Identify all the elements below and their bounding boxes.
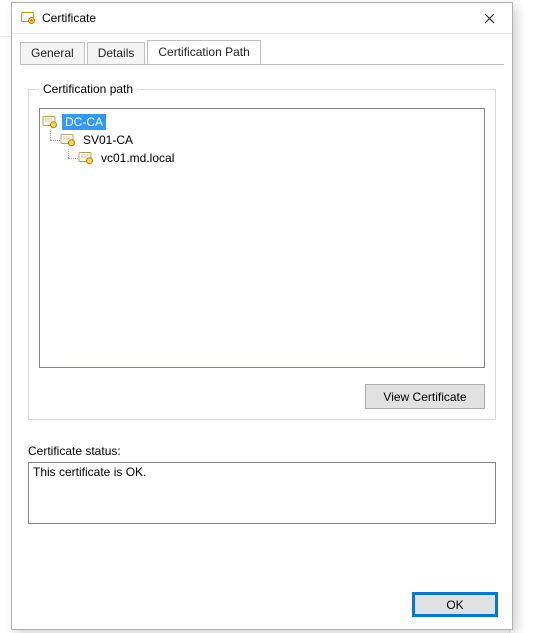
tab-general[interactable]: General	[20, 42, 85, 65]
certification-path-tree[interactable]: DC-CA SV01-CA vc01.md.local	[39, 108, 485, 368]
certificate-icon	[20, 10, 36, 26]
certificate-status-label: Certificate status:	[28, 444, 496, 458]
window-title: Certificate	[42, 11, 467, 25]
tab-strip: General Details Certification Path	[12, 34, 512, 64]
background-partial-text: Co	[516, 98, 531, 112]
tree-node[interactable]: SV01-CA	[42, 131, 482, 149]
ok-button[interactable]: OK	[412, 592, 498, 617]
view-certificate-button[interactable]: View Certificate	[365, 384, 485, 409]
tab-details[interactable]: Details	[87, 42, 146, 65]
certificate-icon	[42, 114, 58, 130]
tab-content: Certification path DC-CA SV01-CA vc01.md.l…	[12, 64, 512, 584]
dialog-footer: OK	[12, 584, 512, 629]
tree-node-label: SV01-CA	[80, 132, 136, 148]
certificate-icon	[60, 132, 76, 148]
certification-path-group-label: Certification path	[39, 82, 137, 96]
certificate-icon	[78, 150, 94, 166]
tree-node-label: DC-CA	[62, 114, 106, 130]
certificate-status-text: This certificate is OK.	[33, 465, 146, 479]
certification-path-group: Certification path DC-CA SV01-CA vc01.md.l…	[28, 82, 496, 420]
tree-node[interactable]: vc01.md.local	[42, 149, 482, 167]
tree-node-label: vc01.md.local	[98, 150, 177, 166]
tree-node[interactable]: DC-CA	[42, 113, 482, 131]
certificate-status-box: This certificate is OK.	[28, 462, 496, 524]
close-button[interactable]	[467, 4, 512, 33]
titlebar: Certificate	[12, 3, 512, 34]
certificate-dialog: Certificate General Details Certificatio…	[11, 2, 513, 630]
tab-certification-path[interactable]: Certification Path	[147, 40, 260, 64]
close-icon	[484, 13, 495, 24]
